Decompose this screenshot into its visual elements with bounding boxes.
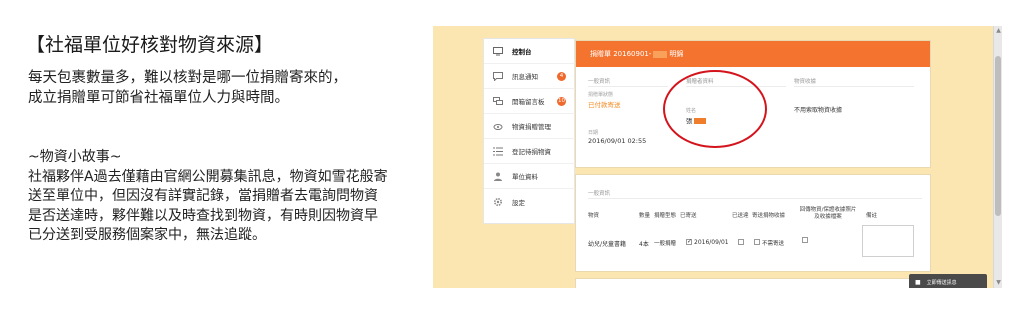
receipt-checkbox[interactable]: [754, 239, 760, 245]
notification-badge: 4: [557, 71, 566, 81]
items-card: 一般資訊 物資 數量 捐贈型態 已寄送 已送達 寄送捐物收據 回傳物資/保證收據…: [575, 174, 931, 272]
status-label: 捐贈單狀態: [588, 92, 614, 98]
gear-icon: [493, 197, 503, 207]
donation-number: 捐贈單 20160901-: [590, 50, 652, 58]
story-line: 是否送達時，夥伴難以及時查找到物資，有時則因物資早: [28, 207, 378, 224]
monitor-icon: [493, 46, 503, 56]
redacted-mask: [653, 50, 668, 58]
item-type: 一般捐贈: [654, 241, 677, 247]
col-header-type: 捐贈型態: [654, 213, 677, 219]
intro-paragraph: 每天包裹數量多，難以核對是哪一位捐贈寄來的， 成立捐贈單可節省社福單位人力與時間…: [28, 68, 347, 108]
sidebar-item-label: 登記待捐物資: [512, 148, 551, 156]
general-info-label: 一般資訊: [588, 79, 611, 85]
sidebar-item-message-board[interactable]: 開箱留言板 10: [484, 89, 576, 114]
scroll-down-icon[interactable]: ▼: [995, 279, 1002, 287]
chat-bubbles-icon: [493, 96, 503, 106]
story-heading: ~物資小故事~: [28, 149, 122, 165]
donor-short-name: 明錦: [669, 50, 684, 58]
sidebar-item-label: 單位資料: [512, 173, 538, 181]
note-textarea[interactable]: [862, 225, 914, 257]
col-header-sent: 已寄送: [680, 213, 697, 219]
date-value: 2016/09/01 02:55: [588, 137, 647, 145]
donation-header: 捐贈單 20160901- 明錦: [576, 41, 930, 67]
item-name: 幼兒/兒童書籍: [588, 241, 627, 248]
message-board-badge: 10: [557, 96, 566, 106]
col-header-arrived: 已送達: [732, 213, 749, 219]
sidebar: 控制台 訊息通知 4 開箱留言板 10 物資捐贈管理 登記待捐物資 單位資料 設…: [483, 38, 576, 224]
sidebar-item-label: 控制台: [512, 48, 532, 56]
divider: [588, 198, 922, 199]
sidebar-item-unit-profile[interactable]: 單位資料: [484, 164, 576, 189]
sidebar-item-register-items[interactable]: 登記待捐物資: [484, 139, 576, 164]
story-line: 送至單位中，但因沒有詳實記錄，當捐贈者去電詢問物資: [28, 188, 378, 204]
items-section-label: 一般資訊: [588, 191, 611, 197]
app-screenshot: 控制台 訊息通知 4 開箱留言板 10 物資捐贈管理 登記待捐物資 單位資料 設…: [433, 26, 1002, 288]
scroll-up-icon[interactable]: ▲: [995, 27, 1002, 35]
date-label: 日期: [588, 130, 599, 136]
sidebar-item-dashboard[interactable]: 控制台: [484, 39, 576, 64]
story-line: 社福夥伴A過去僅藉由官網公開募集訊息，物資如雪花般寄: [28, 168, 388, 185]
message-icon: [493, 71, 503, 81]
no-send-text: 不需寄送: [762, 241, 785, 247]
article-title: 【社福單位好核對物資來源】: [26, 34, 274, 56]
intro-line: 每天包裹數量多，難以核對是哪一位捐贈寄來的，: [28, 70, 347, 86]
col-header-receipt: 寄送捐物收據: [752, 213, 786, 219]
list-icon: [493, 146, 503, 156]
article-text: 【社福單位好核對物資來源】 每天包裹數量多，難以核對是哪一位捐贈寄來的， 成立捐…: [26, 0, 426, 314]
sidebar-item-notifications[interactable]: 訊息通知 4: [484, 64, 576, 89]
gift-icon: [493, 121, 503, 131]
receipt-info-label: 物資收據: [794, 79, 817, 85]
sidebar-item-label: 物資捐贈管理: [512, 123, 551, 131]
story-paragraph: ~物資小故事~ 社福夥伴A過去僅藉由官網公開募集訊息，物資如雪花般寄 送至單位中…: [28, 148, 388, 246]
sidebar-item-label: 開箱留言板: [512, 98, 545, 106]
sidebar-item-label: 訊息通知: [512, 73, 538, 81]
arrived-checkbox[interactable]: [738, 239, 744, 245]
next-card: [575, 278, 931, 288]
sidebar-item-settings[interactable]: 設定: [484, 189, 576, 214]
story-line: 已分送到受服務個案家中，無法追蹤。: [28, 227, 266, 243]
highlight-circle: [663, 70, 767, 148]
divider: [794, 86, 914, 87]
sent-checkbox[interactable]: [686, 238, 692, 245]
scrollbar[interactable]: ▲ ▼: [993, 26, 1002, 288]
sidebar-item-donation-management[interactable]: 物資捐贈管理: [484, 114, 576, 139]
item-qty: 4本: [639, 241, 649, 248]
receipt-value: 不用索取物資收據: [794, 107, 843, 114]
col-header-photo: 回傳物資/保證收據照片及收據檔案: [799, 207, 857, 220]
scroll-thumb[interactable]: [995, 56, 1001, 216]
photo-checkbox[interactable]: [802, 237, 808, 243]
user-icon: [493, 171, 503, 181]
intro-line: 成立捐贈單可節省社福單位人力與時間。: [28, 90, 289, 106]
divider: [588, 86, 668, 87]
sidebar-item-label: 設定: [512, 198, 525, 207]
status-value: 已付款寄送: [588, 101, 621, 109]
col-header-item: 物資: [588, 213, 600, 219]
sent-date: 2016/09/01: [694, 239, 729, 246]
send-message-button[interactable]: ■ 立即傳送訊息: [909, 274, 987, 288]
col-header-note: 備註: [866, 213, 878, 219]
send-message-label: 立即傳送訊息: [926, 279, 957, 286]
col-header-qty: 數量: [639, 213, 651, 219]
chat-icon: ■: [915, 278, 921, 286]
